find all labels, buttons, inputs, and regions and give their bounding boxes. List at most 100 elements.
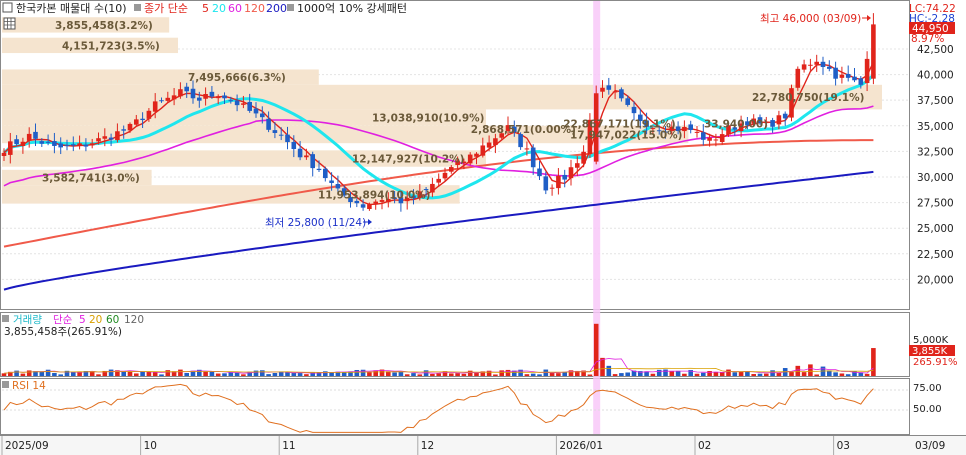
volume-profile-label: 3,855,458(3.2%) (55, 20, 153, 32)
volume-bar (864, 373, 870, 376)
y-tick-label: 30,000 (917, 172, 954, 184)
vol-ma-20: 20 (89, 314, 102, 326)
candle-body (222, 95, 227, 99)
volume-bar (159, 374, 164, 376)
y-tick-label: 42,500 (917, 44, 954, 56)
rsi-legend-icon[interactable] (2, 381, 9, 388)
candle-body (178, 89, 183, 97)
volume-bar (675, 370, 681, 376)
candle-body (449, 167, 454, 172)
candle-body (260, 113, 265, 118)
candle-body (272, 130, 278, 133)
rsi-title: RSI 14 (12, 380, 46, 392)
candle-body (719, 134, 725, 143)
volume-bar (341, 372, 347, 376)
candle-body (83, 144, 89, 147)
x-axis-label: 2025/09 (5, 440, 49, 452)
volume-bar (417, 374, 423, 376)
candle-body (575, 163, 580, 168)
candle-body (316, 168, 322, 171)
candle-body (323, 168, 328, 179)
candle-body (310, 154, 315, 169)
y-tick-label: 22,500 (917, 249, 954, 261)
candle-body (8, 141, 13, 155)
volume-bar (499, 370, 504, 376)
candle-body (1, 152, 7, 156)
volume-bar (732, 372, 738, 376)
ma-legend-icon[interactable] (134, 4, 141, 11)
volume-bar (449, 373, 454, 376)
candle-body (102, 136, 108, 139)
candle-body (436, 178, 441, 183)
candle-body (801, 64, 807, 70)
volume-bar (556, 373, 561, 376)
volume-bar (764, 373, 769, 376)
volume-bar (165, 370, 171, 376)
candle-body (486, 142, 492, 148)
candle-body (430, 183, 435, 193)
volume-profile-label: 12,147,927(10.2%) (352, 154, 464, 166)
candle-body (694, 131, 700, 133)
volume-bar (738, 371, 744, 376)
candle-body (864, 58, 870, 84)
current-price: 44,950 (912, 23, 949, 35)
candle-body (625, 98, 630, 105)
candle-body (808, 64, 813, 66)
candle-body (329, 180, 334, 183)
vol-ma-60: 60 (106, 314, 119, 326)
volume-bar (650, 373, 656, 376)
volume-bar (801, 372, 807, 376)
candle-body (612, 91, 618, 93)
volume-bar (134, 373, 139, 376)
volume-bar (152, 372, 158, 376)
pattern-legend-icon[interactable] (287, 4, 294, 11)
candle-body (480, 145, 486, 156)
candle-body (115, 131, 120, 141)
volume-bar (530, 373, 536, 376)
candle-body (467, 154, 473, 164)
candle-body (688, 124, 693, 130)
volume-title: 거래량 (13, 314, 42, 326)
volume-bar (367, 372, 372, 376)
volume-bar (260, 370, 265, 376)
candle-body (562, 174, 567, 180)
volume-legend-icon[interactable] (2, 315, 9, 322)
candle-body (228, 100, 234, 102)
volume-bar (14, 370, 19, 376)
candle-body (247, 101, 252, 111)
candle-body (278, 134, 284, 136)
volume-bar (108, 369, 114, 376)
volume-bar (776, 372, 782, 376)
candle-body (707, 137, 712, 141)
y-tick-label: 25,000 (917, 223, 954, 235)
candle-body (14, 139, 19, 145)
candle-body (297, 148, 303, 158)
volume-bar (146, 371, 152, 376)
grid-toggle-icon[interactable] (3, 17, 16, 30)
volume-ma-type: 단순 (53, 314, 73, 326)
y-tick-label: 37,500 (917, 95, 954, 107)
volume-bar (272, 372, 278, 376)
volume-profile-label: 22,780,750(19.1%) (752, 92, 864, 104)
volume-bar (222, 373, 227, 376)
candle-body (360, 204, 366, 208)
candle-body (713, 139, 719, 141)
volume-info: 3,855,458주(265.91%) (4, 326, 122, 338)
candle-body (530, 147, 536, 168)
candle-body (568, 167, 574, 179)
candle-body (64, 145, 70, 147)
candle-body (234, 100, 240, 106)
candle-body (190, 88, 196, 99)
candle-body (146, 110, 152, 119)
vol-ma-5: 5 (79, 314, 86, 326)
volume-bar (411, 373, 416, 376)
candle-body (631, 106, 637, 114)
candle-body (770, 120, 775, 127)
candle-body (814, 61, 819, 65)
volume-bar (209, 371, 215, 376)
x-axis-label: 2026/01 (559, 440, 603, 452)
candle-body (165, 97, 171, 101)
volume-bar (461, 373, 467, 376)
candle-body (184, 86, 189, 92)
pattern-label: 1000억 10% 강세패턴 (297, 2, 407, 15)
